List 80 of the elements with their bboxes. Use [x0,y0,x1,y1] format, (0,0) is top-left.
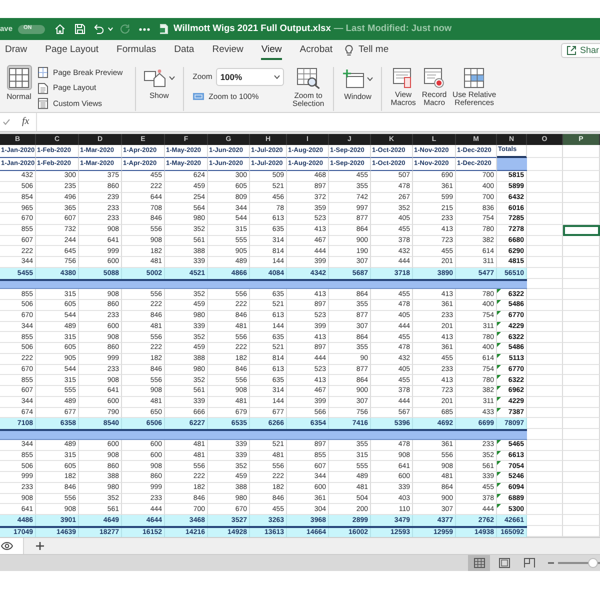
empty-cell [563,482,600,494]
empty-cell [563,171,600,182]
shapes-icon [144,69,166,87]
document-icon [160,24,168,34]
function-label[interactable]: fx [22,117,30,127]
empty-cell [563,278,600,290]
undo-icon[interactable] [94,24,104,34]
ribbon-tab[interactable]: Formulas [116,40,156,60]
eye-icon [1,542,13,550]
empty-cell [563,289,600,300]
empty-cell [563,300,600,311]
ribbon-tab[interactable]: Draw [5,40,28,60]
empty-cell [563,461,600,472]
check-icon[interactable] [3,119,10,125]
empty-cell [563,246,600,257]
home-icon[interactable] [54,24,65,34]
empty-cell [563,203,600,214]
ribbon-tab[interactable]: Data [174,40,194,60]
empty-cell [563,504,600,515]
empty-cell [563,472,600,483]
normal-view-button[interactable] [468,554,490,570]
empty-cell [563,310,600,322]
selected-cell[interactable] [563,224,600,236]
caret-icon[interactable] [108,27,113,31]
empty-cell [563,408,600,418]
empty-cell [563,322,600,332]
table-grid-icon [464,68,484,88]
slider-thumb[interactable] [588,558,598,568]
grid-icon [474,558,484,568]
empty-cell [563,386,600,397]
empty-cell [563,429,600,440]
share-button[interactable]: Shar [560,42,600,58]
zoom-box-icon [192,93,204,100]
empty-cell [563,257,600,268]
empty-cell [563,375,600,386]
zoom-dropdown[interactable]: 100% [216,68,284,86]
caret-icon [367,76,374,80]
empty-cell [563,450,600,462]
blank-header-cell [497,158,527,171]
empty-cell [563,182,600,192]
tell-me-button[interactable]: Tell me [344,44,389,56]
empty-cell [563,158,600,171]
window-icon [342,69,364,88]
ribbon-tab[interactable]: Review [212,40,244,60]
save-icon[interactable] [74,24,85,34]
empty-cell [563,332,600,343]
empty-cell [563,214,600,225]
sheet-tab[interactable] [0,538,24,554]
record-icon [424,68,444,88]
page-layout-icon [498,558,510,568]
empty-cell [563,396,600,408]
empty-cell [563,145,600,158]
empty-cell [563,236,600,246]
plus-icon[interactable] [36,542,44,550]
empty-cell [563,354,600,364]
lightbulb-icon [344,44,353,56]
empty-cell [563,440,600,450]
zoom-slider[interactable] [558,558,600,568]
empty-cell [563,515,600,526]
ribbon-tab[interactable]: Acrobat [300,40,333,60]
page-break-icon [38,67,48,78]
caret-icon [168,76,175,80]
last-modified-status: — Last Modified: Just now [334,24,452,34]
more-icon[interactable] [138,28,150,30]
list-window-icon [38,98,48,109]
empty-cell [563,418,600,429]
page-icon [38,82,48,94]
empty-cell [563,494,600,504]
grid-magnifier-icon [296,68,320,89]
minus-icon[interactable] [548,562,554,564]
caret-icon [274,75,280,79]
file-name: Willmott Wigs 2021 Full Output.xlsx [174,24,331,34]
page-break-icon [524,558,534,568]
ribbon-tab[interactable]: Page Layout [45,40,99,60]
empty-cell [563,268,600,278]
empty-cell [563,364,600,376]
macro-sheet-icon [393,68,414,88]
empty-cell [563,343,600,354]
empty-cell [563,192,600,204]
share-icon [566,46,576,54]
